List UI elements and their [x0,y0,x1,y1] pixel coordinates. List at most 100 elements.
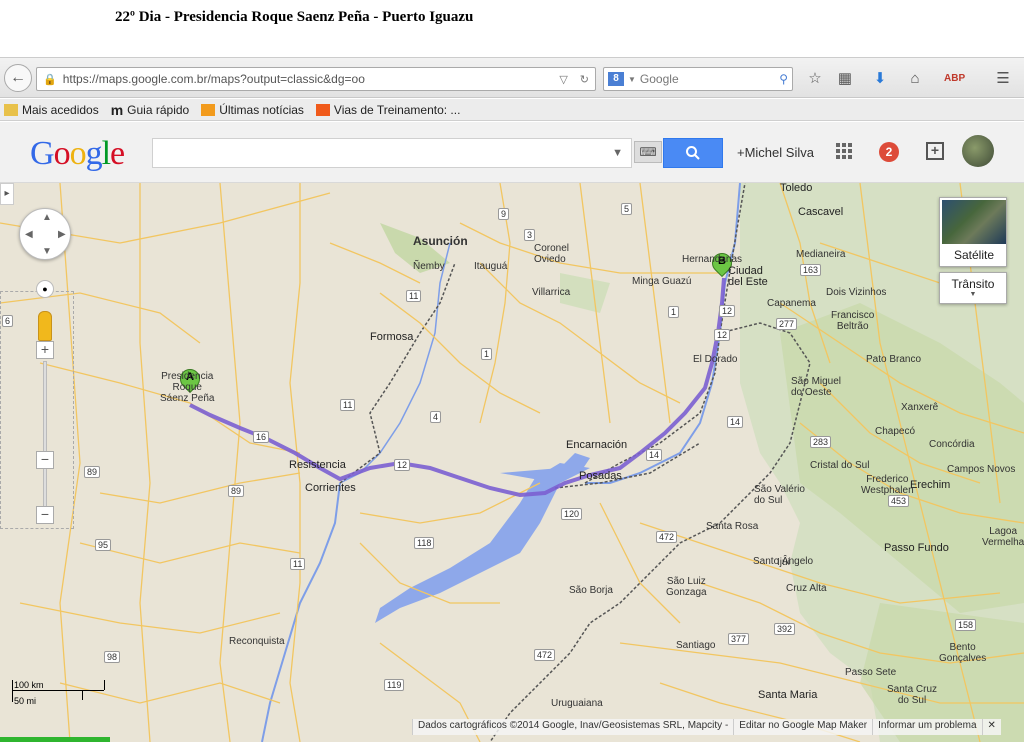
map-label-corrientes: Corrientes [305,482,356,494]
map-label-bento-goncalves: Bento Gonçalves [939,642,987,664]
map-footer: Dados cartográficos ©2014 Google, Inav/G… [412,719,1024,735]
map-label-cruz-alta: Cruz Alta [786,583,827,594]
reload-icon[interactable]: ↻ [580,73,589,86]
bookmark-quick-guide[interactable]: m Guia rápido [111,102,190,118]
map-label-xanxere: Xanxerê [901,402,939,413]
road-shield: 1 [668,306,680,318]
satellite-thumbnail [942,200,1006,244]
zoom-in-button[interactable]: + [36,341,54,359]
zoom-out-button[interactable]: − [36,506,54,524]
map-label-uruguaiana: Uruguaiana [551,698,603,709]
map-label-concordia: Concórdia [929,439,975,450]
map-label-francisco-beltrao: Francisco Beltrão [831,310,875,332]
bookmark-latest-news[interactable]: Últimas notícias [201,103,304,117]
map-label-posadas: Posadas [579,470,622,482]
chevron-down-icon: ▼ [969,291,977,298]
map-base-layer [0,183,1024,742]
url-bar[interactable]: 🔒 https://maps.google.com.br/maps?output… [36,67,596,91]
my-location-icon[interactable]: ● [36,280,54,298]
notifications-badge[interactable]: 2 [879,142,899,162]
download-icon[interactable]: ⬇ [871,70,889,88]
road-shield: 453 [888,495,910,507]
edit-in-map-maker-link[interactable]: Editar no Google Map Maker [733,719,873,735]
pegman-icon[interactable] [38,311,52,341]
browser-search-bar[interactable]: 8 ▼ Google ⚲ [603,67,793,91]
road-shield: 12 [719,305,736,317]
avatar[interactable] [962,135,994,167]
horizontal-scrollbar[interactable] [0,737,110,742]
report-problem-link[interactable]: Informar um problema [872,719,982,735]
map-label-ciudad-del-este: Ciudad del Este [728,265,768,288]
map-canvas[interactable]: ▸ ▲ ▼ ◀ ▶ ● + − − Satélite Trânsito ▼ A … [0,183,1024,742]
expand-panel-button[interactable]: ▸ [0,183,14,205]
search-icon[interactable]: ⚲ [779,72,788,86]
road-shield: 3 [524,229,536,241]
pan-control[interactable]: ▲ ▼ ◀ ▶ [19,208,71,260]
zoom-level-button[interactable]: − [36,451,54,469]
road-shield: 120 [561,508,583,520]
bookmark-training-routes[interactable]: Vias de Treinamento: ... [315,103,460,117]
adblock-icon[interactable]: ABP [944,70,965,88]
m-logo-icon: m [110,101,124,118]
map-label-lagoa-vermelha: Lagoa Vermelha [982,526,1024,548]
map-label-santa-rosa: Santa Rosa [706,521,759,532]
menu-icon[interactable]: ☰ [994,70,1012,88]
map-label-santiago: Santiago [676,640,716,651]
user-name-link[interactable]: +Michel Silva [737,145,814,160]
road-shield: 11 [290,558,306,570]
map-label-campos-novos: Campos Novos [947,464,1016,475]
road-shield: 14 [646,449,663,461]
map-data-credits[interactable]: Dados cartográficos ©2014 Google, Inav/G… [412,719,734,735]
reading-list-icon[interactable]: ▦ [836,70,854,88]
map-label-santa-maria: Santa Maria [758,689,818,701]
pan-down-icon[interactable]: ▼ [42,246,52,257]
map-label-cristal-do-sul: Cristal do Sul [810,460,870,471]
map-label-hernandarias: Hernandarias [682,254,743,265]
map-label-santa-cruz-do-sul: Santa Cruz do Sul [887,684,938,706]
map-label-ijui: Ijuí [777,557,791,568]
map-label-dois-vizinhos: Dois Vizinhos [826,287,887,298]
map-label-cascavel: Cascavel [798,206,844,218]
map-label-erechim: Erechim [910,479,951,491]
traffic-toggle[interactable]: Trânsito ▼ [939,272,1007,304]
apps-grid-icon[interactable] [836,143,852,159]
road-shield: 98 [104,651,121,663]
search-placeholder: Google [639,72,679,86]
road-shield: 377 [728,633,750,645]
road-shield: 1 [481,348,493,360]
satellite-toggle[interactable]: Satélite [939,197,1007,267]
google-logo[interactable]: Google [30,135,125,173]
keyboard-icon[interactable]: ⌨ [634,141,662,163]
engine-dropdown-icon[interactable]: ▼ [628,75,636,84]
bookmark-most-visited[interactable]: Mais acedidos [4,103,99,117]
road-shield: 6 [2,315,14,327]
road-shield: 11 [406,290,422,302]
road-shield: 158 [955,619,977,631]
map-label-resistencia: Resistencia [289,459,346,471]
map-label-nemby: Ñemby [413,261,445,272]
share-plus-icon[interactable]: + [926,142,944,160]
blogger-icon [315,103,330,116]
search-engine-icon[interactable]: 8 [608,72,624,86]
back-button[interactable]: ← [4,64,32,92]
map-label-villarrica: Villarrica [532,287,571,298]
map-label-medianeira: Medianeira [796,249,846,260]
road-shield: 472 [534,649,556,661]
zoom-slider-track[interactable] [43,361,47,511]
chevron-down-icon[interactable]: ▼ [612,147,623,159]
road-shield: 392 [774,623,796,635]
map-scale: 100 km 50 mi [8,676,106,710]
maps-search-input[interactable]: ▼ [152,138,632,168]
pan-right-icon[interactable]: ▶ [58,229,66,240]
dropdown-arrow-icon[interactable]: ▽ [559,73,567,86]
pan-up-icon[interactable]: ▲ [42,212,52,223]
home-icon[interactable]: ⌂ [906,70,924,88]
search-button[interactable] [663,138,723,168]
road-shield: 119 [384,679,405,691]
road-shield: 472 [656,531,678,543]
bookmark-star-icon[interactable]: ☆ [806,70,824,88]
map-label-frederico-westphalen: Frederico Westphalen [861,474,914,496]
pan-left-icon[interactable]: ◀ [25,229,33,240]
close-icon[interactable]: ✕ [981,719,1001,735]
road-shield: 89 [228,485,245,497]
